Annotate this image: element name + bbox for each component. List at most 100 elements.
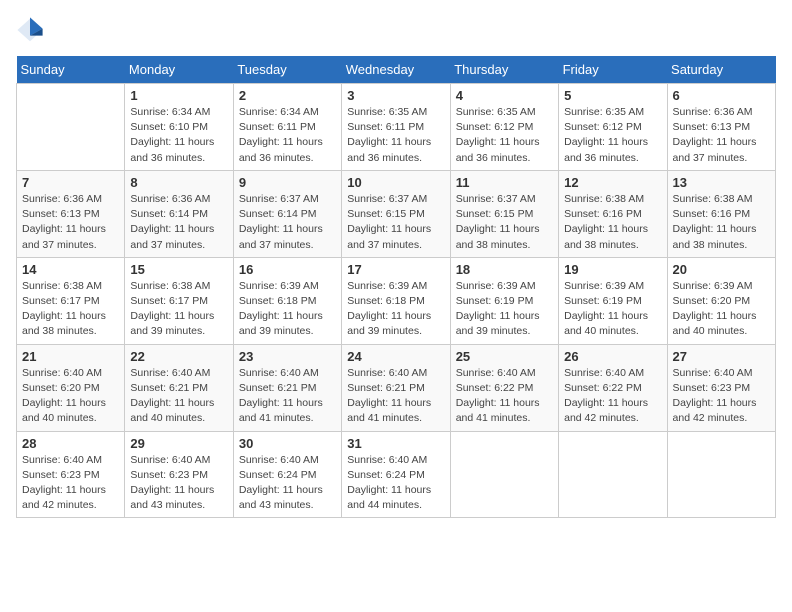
- calendar-cell: [17, 84, 125, 171]
- day-info: Sunrise: 6:40 AM Sunset: 6:22 PM Dayligh…: [564, 366, 661, 427]
- day-info: Sunrise: 6:39 AM Sunset: 6:20 PM Dayligh…: [673, 279, 770, 340]
- day-info: Sunrise: 6:38 AM Sunset: 6:17 PM Dayligh…: [22, 279, 119, 340]
- day-number: 20: [673, 262, 770, 277]
- day-info: Sunrise: 6:34 AM Sunset: 6:11 PM Dayligh…: [239, 105, 336, 166]
- day-info: Sunrise: 6:40 AM Sunset: 6:21 PM Dayligh…: [130, 366, 227, 427]
- day-info: Sunrise: 6:39 AM Sunset: 6:19 PM Dayligh…: [564, 279, 661, 340]
- calendar-cell: 10Sunrise: 6:37 AM Sunset: 6:15 PM Dayli…: [342, 170, 450, 257]
- calendar-cell: 12Sunrise: 6:38 AM Sunset: 6:16 PM Dayli…: [559, 170, 667, 257]
- day-number: 3: [347, 88, 444, 103]
- day-number: 18: [456, 262, 553, 277]
- calendar-cell: 4 Sunrise: 6:35 AM Sunset: 6:12 PM Daylig…: [450, 84, 558, 171]
- calendar-cell: 16 Sunrise: 6:39 AM Sunset: 6:18 PM Dayli…: [233, 257, 341, 344]
- day-number: 9: [239, 175, 336, 190]
- day-number: 24: [347, 349, 444, 364]
- page-header: [16, 16, 776, 44]
- day-number: 30: [239, 436, 336, 451]
- day-info: Sunrise: 6:40 AM Sunset: 6:23 PM Dayligh…: [130, 453, 227, 514]
- day-info: Sunrise: 6:36 AM Sunset: 6:13 PM Dayligh…: [22, 192, 119, 253]
- day-number: 13: [673, 175, 770, 190]
- day-info: Sunrise: 6:39 AM Sunset: 6:18 PM Dayligh…: [347, 279, 444, 340]
- calendar-header: SundayMondayTuesdayWednesdayThursdayFrid…: [17, 56, 776, 84]
- calendar-cell: 8 Sunrise: 6:36 AM Sunset: 6:14 PM Daylig…: [125, 170, 233, 257]
- calendar-cell: 3Sunrise: 6:35 AM Sunset: 6:11 PM Daylig…: [342, 84, 450, 171]
- day-number: 31: [347, 436, 444, 451]
- calendar-cell: 20 Sunrise: 6:39 AM Sunset: 6:20 PM Dayli…: [667, 257, 775, 344]
- calendar-cell: 30 Sunrise: 6:40 AM Sunset: 6:24 PM Dayli…: [233, 431, 341, 518]
- day-info: Sunrise: 6:37 AM Sunset: 6:14 PM Dayligh…: [239, 192, 336, 253]
- calendar-cell: 13 Sunrise: 6:38 AM Sunset: 6:16 PM Dayli…: [667, 170, 775, 257]
- calendar-week-row: 7 Sunrise: 6:36 AM Sunset: 6:13 PM Daylig…: [17, 170, 776, 257]
- day-info: Sunrise: 6:37 AM Sunset: 6:15 PM Dayligh…: [456, 192, 553, 253]
- day-number: 12: [564, 175, 661, 190]
- day-number: 7: [22, 175, 119, 190]
- calendar-cell: 2 Sunrise: 6:34 AM Sunset: 6:11 PM Daylig…: [233, 84, 341, 171]
- calendar-cell: 5 Sunrise: 6:35 AM Sunset: 6:12 PM Daylig…: [559, 84, 667, 171]
- day-info: Sunrise: 6:39 AM Sunset: 6:18 PM Dayligh…: [239, 279, 336, 340]
- day-number: 27: [673, 349, 770, 364]
- day-info: Sunrise: 6:40 AM Sunset: 6:24 PM Dayligh…: [239, 453, 336, 514]
- calendar-week-row: 14 Sunrise: 6:38 AM Sunset: 6:17 PM Dayli…: [17, 257, 776, 344]
- calendar-cell: 29 Sunrise: 6:40 AM Sunset: 6:23 PM Dayli…: [125, 431, 233, 518]
- day-number: 23: [239, 349, 336, 364]
- day-number: 6: [673, 88, 770, 103]
- day-info: Sunrise: 6:36 AM Sunset: 6:13 PM Dayligh…: [673, 105, 770, 166]
- calendar-week-row: 21 Sunrise: 6:40 AM Sunset: 6:20 PM Dayli…: [17, 344, 776, 431]
- day-number: 19: [564, 262, 661, 277]
- day-info: Sunrise: 6:39 AM Sunset: 6:19 PM Dayligh…: [456, 279, 553, 340]
- calendar-cell: 17Sunrise: 6:39 AM Sunset: 6:18 PM Dayli…: [342, 257, 450, 344]
- calendar-cell: 27 Sunrise: 6:40 AM Sunset: 6:23 PM Dayli…: [667, 344, 775, 431]
- calendar-body: 1Sunrise: 6:34 AM Sunset: 6:10 PM Daylig…: [17, 84, 776, 518]
- calendar-cell: 7 Sunrise: 6:36 AM Sunset: 6:13 PM Daylig…: [17, 170, 125, 257]
- day-info: Sunrise: 6:36 AM Sunset: 6:14 PM Dayligh…: [130, 192, 227, 253]
- calendar-cell: 21 Sunrise: 6:40 AM Sunset: 6:20 PM Dayli…: [17, 344, 125, 431]
- calendar-cell: [667, 431, 775, 518]
- day-info: Sunrise: 6:37 AM Sunset: 6:15 PM Dayligh…: [347, 192, 444, 253]
- day-number: 22: [130, 349, 227, 364]
- day-info: Sunrise: 6:40 AM Sunset: 6:20 PM Dayligh…: [22, 366, 119, 427]
- day-info: Sunrise: 6:40 AM Sunset: 6:23 PM Dayligh…: [673, 366, 770, 427]
- calendar-cell: 18 Sunrise: 6:39 AM Sunset: 6:19 PM Dayli…: [450, 257, 558, 344]
- day-info: Sunrise: 6:40 AM Sunset: 6:23 PM Dayligh…: [22, 453, 119, 514]
- calendar-cell: 31Sunrise: 6:40 AM Sunset: 6:24 PM Dayli…: [342, 431, 450, 518]
- day-of-week-header: Friday: [559, 56, 667, 84]
- day-number: 25: [456, 349, 553, 364]
- calendar-cell: [559, 431, 667, 518]
- day-number: 1: [130, 88, 227, 103]
- calendar-cell: 19 Sunrise: 6:39 AM Sunset: 6:19 PM Dayli…: [559, 257, 667, 344]
- day-of-week-header: Monday: [125, 56, 233, 84]
- calendar-cell: 28 Sunrise: 6:40 AM Sunset: 6:23 PM Dayli…: [17, 431, 125, 518]
- calendar-cell: 22 Sunrise: 6:40 AM Sunset: 6:21 PM Dayli…: [125, 344, 233, 431]
- day-info: Sunrise: 6:35 AM Sunset: 6:12 PM Dayligh…: [564, 105, 661, 166]
- day-info: Sunrise: 6:38 AM Sunset: 6:16 PM Dayligh…: [673, 192, 770, 253]
- calendar-cell: 1Sunrise: 6:34 AM Sunset: 6:10 PM Daylig…: [125, 84, 233, 171]
- day-number: 14: [22, 262, 119, 277]
- day-number: 28: [22, 436, 119, 451]
- calendar-cell: 6 Sunrise: 6:36 AM Sunset: 6:13 PM Daylig…: [667, 84, 775, 171]
- day-number: 8: [130, 175, 227, 190]
- days-of-week-row: SundayMondayTuesdayWednesdayThursdayFrid…: [17, 56, 776, 84]
- calendar-cell: 14 Sunrise: 6:38 AM Sunset: 6:17 PM Dayli…: [17, 257, 125, 344]
- day-number: 5: [564, 88, 661, 103]
- calendar-cell: 9 Sunrise: 6:37 AM Sunset: 6:14 PM Daylig…: [233, 170, 341, 257]
- day-number: 2: [239, 88, 336, 103]
- day-number: 4: [456, 88, 553, 103]
- day-number: 16: [239, 262, 336, 277]
- logo: [16, 16, 48, 44]
- calendar-cell: [450, 431, 558, 518]
- day-of-week-header: Saturday: [667, 56, 775, 84]
- day-number: 29: [130, 436, 227, 451]
- calendar-cell: 11Sunrise: 6:37 AM Sunset: 6:15 PM Dayli…: [450, 170, 558, 257]
- calendar-week-row: 1Sunrise: 6:34 AM Sunset: 6:10 PM Daylig…: [17, 84, 776, 171]
- day-info: Sunrise: 6:38 AM Sunset: 6:17 PM Dayligh…: [130, 279, 227, 340]
- day-of-week-header: Wednesday: [342, 56, 450, 84]
- day-info: Sunrise: 6:40 AM Sunset: 6:21 PM Dayligh…: [239, 366, 336, 427]
- calendar-cell: 15 Sunrise: 6:38 AM Sunset: 6:17 PM Dayli…: [125, 257, 233, 344]
- day-info: Sunrise: 6:35 AM Sunset: 6:12 PM Dayligh…: [456, 105, 553, 166]
- day-number: 21: [22, 349, 119, 364]
- calendar-cell: 26Sunrise: 6:40 AM Sunset: 6:22 PM Dayli…: [559, 344, 667, 431]
- calendar-table: SundayMondayTuesdayWednesdayThursdayFrid…: [16, 56, 776, 518]
- calendar-cell: 23 Sunrise: 6:40 AM Sunset: 6:21 PM Dayli…: [233, 344, 341, 431]
- day-number: 15: [130, 262, 227, 277]
- calendar-week-row: 28 Sunrise: 6:40 AM Sunset: 6:23 PM Dayli…: [17, 431, 776, 518]
